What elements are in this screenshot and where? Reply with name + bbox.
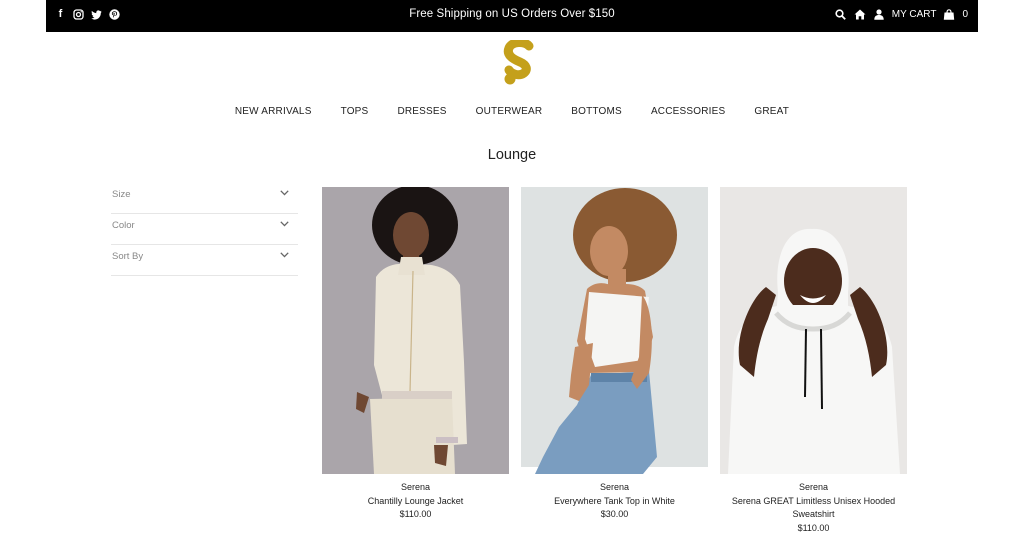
nav-item-dresses[interactable]: DRESSES xyxy=(397,106,446,117)
user-icon[interactable] xyxy=(873,8,885,20)
product-card[interactable]: Serena Chantilly Lounge Jacket $110.00 xyxy=(322,187,509,522)
shopping-bag-icon[interactable] xyxy=(943,8,955,20)
chevron-down-icon xyxy=(280,252,289,258)
product-card[interactable]: Serena Everywhere Tank Top in White $30.… xyxy=(521,187,708,522)
product-brand: Serena xyxy=(798,482,829,492)
utility-nav: MY CART 0 xyxy=(835,8,968,20)
product-price: $110.00 xyxy=(797,522,830,533)
nav-item-bottoms[interactable]: BOTTOMS xyxy=(571,106,622,117)
nav-item-great[interactable]: GREAT xyxy=(754,106,789,117)
product-info: Serena Chantilly Lounge Jacket $110.00 xyxy=(322,481,509,522)
product-name[interactable]: Chantilly Lounge Jacket xyxy=(322,495,509,509)
product-card[interactable]: Serena Serena GREAT Limitless Unisex Hoo… xyxy=(720,187,907,535)
product-brand: Serena xyxy=(599,482,630,492)
product-image[interactable] xyxy=(521,187,708,474)
product-name[interactable]: Everywhere Tank Top in White xyxy=(521,495,708,509)
search-icon[interactable] xyxy=(835,8,847,20)
filter-sort-by[interactable]: Sort By xyxy=(111,245,298,276)
product-price: $30.00 xyxy=(600,509,629,519)
brand-logo[interactable] xyxy=(500,38,540,86)
nav-item-tops[interactable]: TOPS xyxy=(341,106,369,117)
nav-item-outerwear[interactable]: OUTERWEAR xyxy=(476,106,543,117)
product-brand: Serena xyxy=(400,482,431,492)
main-nav: NEW ARRIVALS TOPS DRESSES OUTERWEAR BOTT… xyxy=(0,106,1024,117)
nav-item-new-arrivals[interactable]: NEW ARRIVALS xyxy=(235,106,312,117)
cart-label[interactable]: MY CART xyxy=(892,9,937,20)
product-image[interactable] xyxy=(720,187,907,474)
product-info: Serena Everywhere Tank Top in White $30.… xyxy=(521,481,708,522)
product-name[interactable]: Serena GREAT Limitless Unisex Hooded Swe… xyxy=(720,495,907,522)
product-image[interactable] xyxy=(322,187,509,474)
filter-size[interactable]: Size xyxy=(111,183,298,214)
filter-color[interactable]: Color xyxy=(111,214,298,245)
filter-label: Color xyxy=(112,220,135,231)
page-title: Lounge xyxy=(487,147,537,163)
announcement-bar: f Free Shipping on US Orders Over $150 M… xyxy=(46,0,978,32)
cart-count[interactable]: 0 xyxy=(962,9,968,20)
filter-label: Sort By xyxy=(112,251,144,262)
nav-item-accessories[interactable]: ACCESSORIES xyxy=(651,106,725,117)
filter-sidebar: Size Color Sort By xyxy=(111,183,298,276)
chevron-down-icon xyxy=(280,190,289,196)
chevron-down-icon xyxy=(280,221,289,227)
product-info: Serena Serena GREAT Limitless Unisex Hoo… xyxy=(720,481,907,535)
home-icon[interactable] xyxy=(854,8,866,20)
filter-label: Size xyxy=(112,189,131,200)
product-price: $110.00 xyxy=(399,509,432,519)
